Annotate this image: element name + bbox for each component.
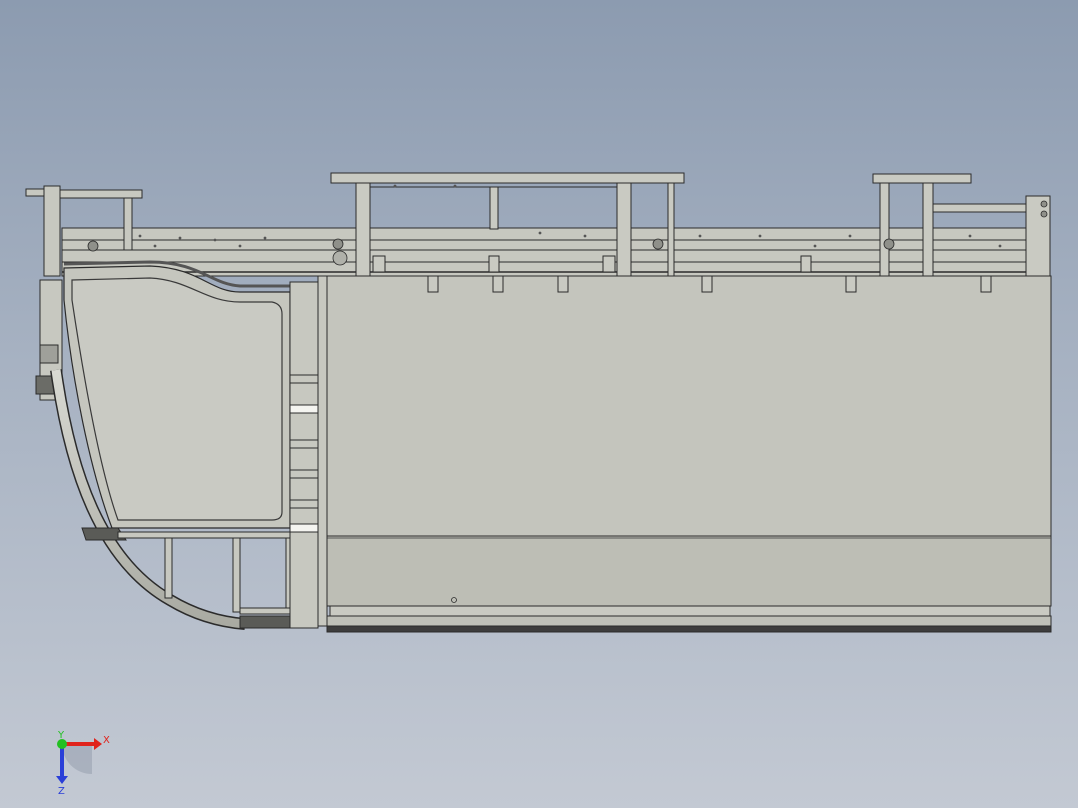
- ladder-post: [289, 275, 328, 629]
- cad-viewport[interactable]: X Y Z: [0, 0, 1078, 808]
- coordinate-triad: X Y Z: [56, 730, 110, 797]
- y-axis-label: Y: [57, 730, 65, 741]
- bus-frame-drawing[interactable]: X Y Z: [0, 0, 1078, 808]
- x-axis-label: X: [103, 735, 110, 746]
- upper-frame-band: [61, 227, 1051, 277]
- z-axis-label: Z: [58, 786, 65, 797]
- side-panel: [319, 275, 1052, 633]
- door-opening: [63, 260, 300, 529]
